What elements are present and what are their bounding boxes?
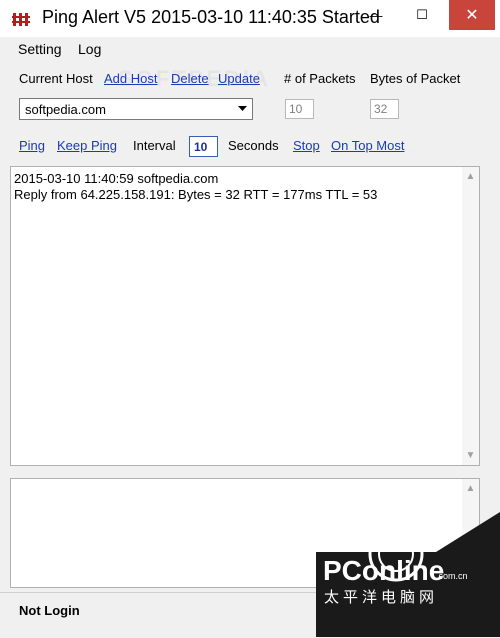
- seconds-label: Seconds: [228, 138, 279, 153]
- on-top-most-link[interactable]: On Top Most: [331, 138, 404, 153]
- bytes-input[interactable]: 32: [370, 99, 399, 119]
- chevron-down-icon[interactable]: [234, 100, 251, 118]
- packets-input[interactable]: 10: [285, 99, 314, 119]
- window-title: Ping Alert V5 2015-03-10 11:40:35 Starte…: [42, 7, 380, 27]
- scroll-up-icon[interactable]: ▲: [462, 168, 479, 185]
- app-icon: [12, 13, 30, 26]
- login-status: Not Login: [19, 603, 80, 618]
- scroll-up-icon[interactable]: ▲: [462, 480, 479, 497]
- host-combobox-value: softpedia.com: [25, 102, 106, 117]
- log-line: 2015-03-10 11:40:59 softpedia.com: [14, 171, 219, 186]
- stop-link[interactable]: Stop: [293, 138, 320, 153]
- maximize-button[interactable]: ☐: [403, 0, 441, 30]
- menu-log[interactable]: Log: [78, 41, 101, 57]
- interval-input[interactable]: 10: [189, 136, 218, 157]
- log-line: Reply from 64.225.158.191: Bytes = 32 RT…: [14, 187, 378, 202]
- packets-label: # of Packets: [284, 71, 356, 86]
- delete-link[interactable]: Delete: [171, 71, 209, 86]
- minimize-button[interactable]: —: [357, 0, 395, 30]
- current-host-label: Current Host: [19, 71, 93, 86]
- pconline-chinese-name: 太平洋电脑网: [324, 589, 439, 606]
- menu-bar: Setting Log: [0, 37, 500, 61]
- vertical-scrollbar[interactable]: ▲ ▼: [462, 167, 479, 465]
- pconline-logo: PConline: [323, 555, 445, 586]
- bytes-label: Bytes of Packet: [370, 71, 461, 86]
- interval-label: Interval: [133, 138, 176, 153]
- ping-link[interactable]: Ping: [19, 138, 45, 153]
- scroll-down-icon[interactable]: ▼: [462, 447, 479, 464]
- pconline-domain: .com.cn: [436, 571, 468, 581]
- log-output[interactable]: 2015-03-10 11:40:59 softpedia.com Reply …: [10, 166, 480, 466]
- menu-setting[interactable]: Setting: [18, 41, 62, 57]
- close-button[interactable]: ✕: [449, 0, 495, 30]
- add-host-link[interactable]: Add Host: [104, 71, 157, 86]
- update-link[interactable]: Update: [218, 71, 260, 86]
- keep-ping-link[interactable]: Keep Ping: [57, 138, 117, 153]
- host-combobox[interactable]: softpedia.com: [19, 98, 253, 120]
- title-bar: Ping Alert V5 2015-03-10 11:40:35 Starte…: [0, 0, 500, 38]
